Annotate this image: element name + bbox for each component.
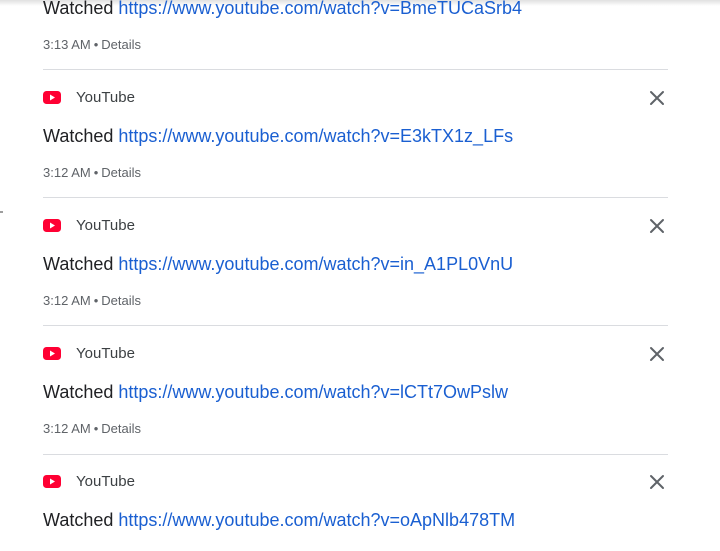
- video-link[interactable]: https://www.youtube.com/watch?v=oApNlb47…: [118, 510, 515, 530]
- product-name: YouTube: [76, 88, 135, 106]
- video-link[interactable]: https://www.youtube.com/watch?v=lCTt7OwP…: [118, 382, 508, 402]
- meta-line: 3:13 AM • Details: [43, 37, 141, 53]
- entry-time: 3:13 AM: [43, 37, 91, 52]
- watched-prefix: Watched: [43, 0, 114, 18]
- entry-time: 3:12 AM: [43, 421, 91, 436]
- divider: [43, 454, 668, 455]
- entry-time: 3:12 AM: [43, 293, 91, 308]
- close-icon: [650, 475, 664, 489]
- meta-line: 3:12 AM • Details: [43, 165, 141, 181]
- meta-line: 3:12 AM • Details: [43, 421, 141, 437]
- scroll-edge-mark: [0, 211, 3, 213]
- product-row: YouTube: [43, 470, 135, 492]
- video-link[interactable]: https://www.youtube.com/watch?v=in_A1PL0…: [118, 254, 513, 274]
- product-name: YouTube: [76, 344, 135, 362]
- youtube-icon: [43, 474, 61, 488]
- watched-prefix: Watched: [43, 254, 114, 274]
- watched-line: Watched https://www.youtube.com/watch?v=…: [43, 253, 513, 275]
- divider: [43, 197, 668, 198]
- divider: [43, 325, 668, 326]
- product-row: YouTube: [43, 86, 135, 108]
- youtube-icon: [43, 218, 61, 232]
- close-icon: [650, 347, 664, 361]
- youtube-icon: [43, 346, 61, 360]
- product-name: YouTube: [76, 216, 135, 234]
- watched-line: Watched https://www.youtube.com/watch?v=…: [43, 0, 522, 19]
- watched-line: Watched https://www.youtube.com/watch?v=…: [43, 381, 508, 403]
- divider: [43, 69, 668, 70]
- entry-time: 3:12 AM: [43, 165, 91, 180]
- separator-dot: •: [93, 165, 99, 180]
- watched-line: Watched https://www.youtube.com/watch?v=…: [43, 509, 515, 531]
- delete-item-button[interactable]: [644, 85, 670, 111]
- product-name: YouTube: [76, 472, 135, 490]
- separator-dot: •: [93, 293, 99, 308]
- separator-dot: •: [93, 421, 99, 436]
- details-link[interactable]: Details: [101, 165, 141, 180]
- separator-dot: •: [93, 37, 99, 52]
- youtube-icon: [43, 90, 61, 104]
- meta-line: 3:12 AM • Details: [43, 293, 141, 309]
- details-link[interactable]: Details: [101, 421, 141, 436]
- product-row: YouTube: [43, 342, 135, 364]
- watched-prefix: Watched: [43, 126, 114, 146]
- watched-prefix: Watched: [43, 510, 114, 530]
- details-link[interactable]: Details: [101, 293, 141, 308]
- video-link[interactable]: https://www.youtube.com/watch?v=BmeTUCaS…: [118, 0, 522, 18]
- delete-item-button[interactable]: [644, 469, 670, 495]
- watched-line: Watched https://www.youtube.com/watch?v=…: [43, 125, 513, 147]
- delete-item-button[interactable]: [644, 213, 670, 239]
- video-link[interactable]: https://www.youtube.com/watch?v=E3kTX1z_…: [118, 126, 513, 146]
- delete-item-button[interactable]: [644, 341, 670, 367]
- close-icon: [650, 91, 664, 105]
- watched-prefix: Watched: [43, 382, 114, 402]
- details-link[interactable]: Details: [101, 37, 141, 52]
- product-row: YouTube: [43, 214, 135, 236]
- close-icon: [650, 219, 664, 233]
